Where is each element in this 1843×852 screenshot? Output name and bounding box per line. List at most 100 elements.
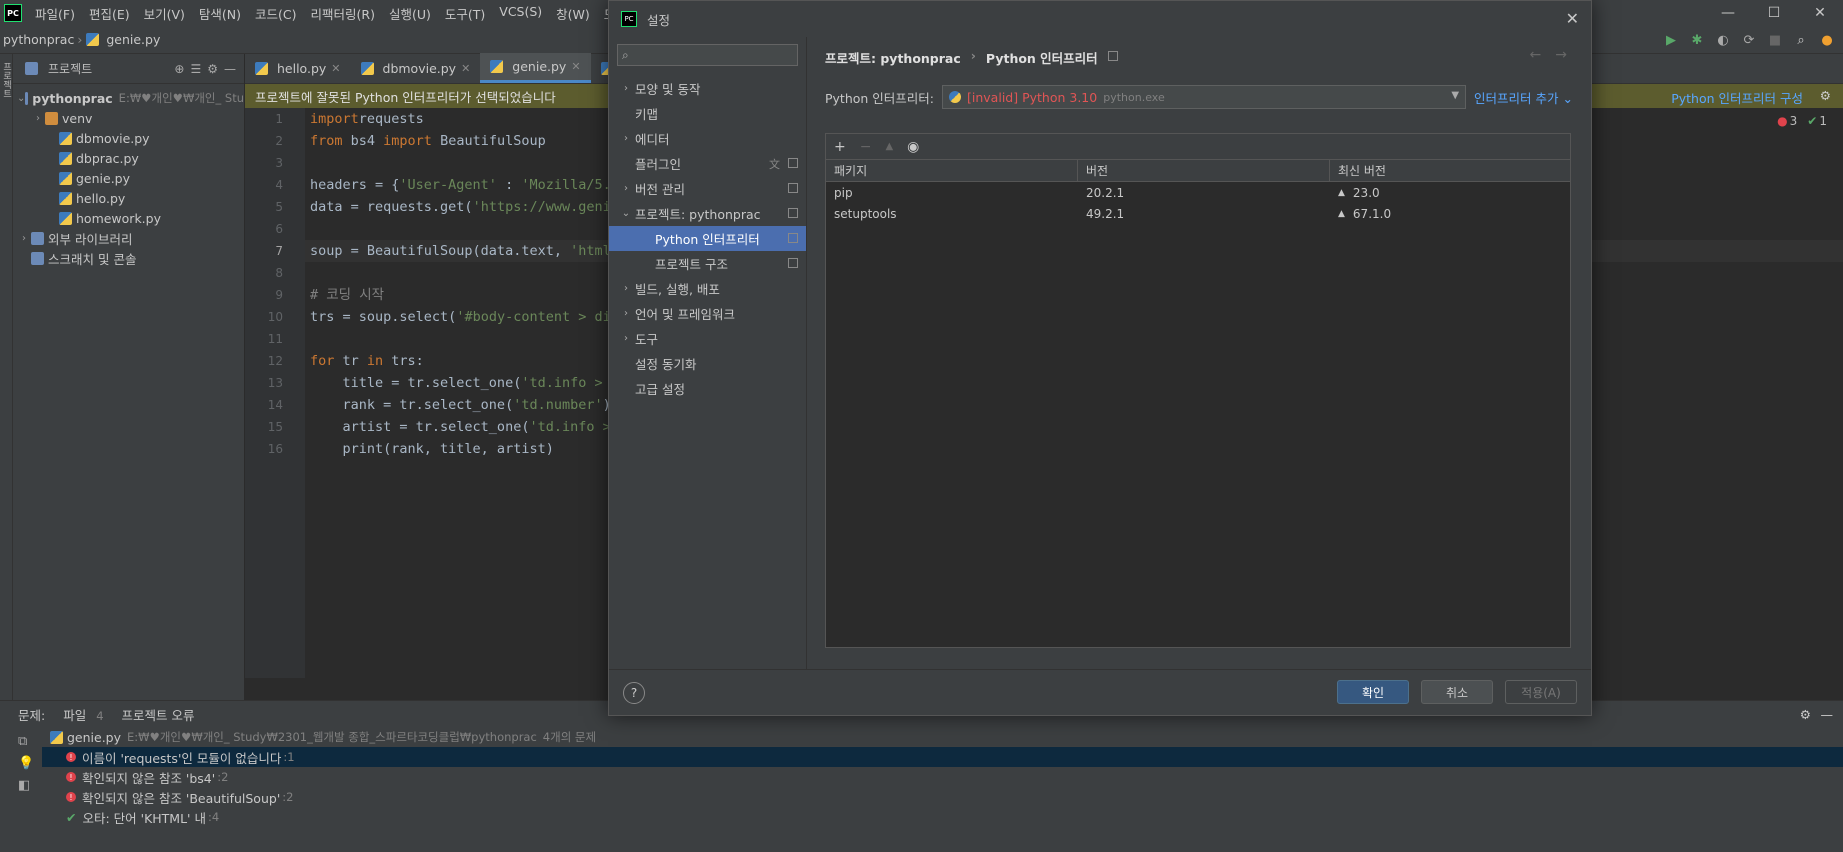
column-header[interactable]: 버전	[1078, 160, 1330, 181]
apply-button[interactable]: 적용(A)	[1505, 680, 1577, 704]
gear-icon[interactable]: ⚙	[1800, 707, 1811, 722]
hide-icon[interactable]: —	[224, 62, 244, 76]
back-arrow-icon[interactable]: ←	[1530, 47, 1542, 63]
remove-package-icon[interactable]: −	[860, 139, 872, 155]
stop-icon[interactable]: ■	[1765, 30, 1785, 50]
settings-nav-item[interactable]: › 버전 관리	[609, 176, 806, 201]
close-tab-icon[interactable]: ✕	[461, 62, 470, 75]
problem-item[interactable]: ! 확인되지 않은 참조 'bs4':2	[42, 767, 1843, 787]
problem-item[interactable]: ! 이름이 'requests'인 모듈이 없습니다:1	[42, 747, 1843, 767]
menu-item[interactable]: 창(W)	[549, 4, 597, 23]
menu-item[interactable]: 파일(F)	[28, 4, 82, 23]
help-button[interactable]: ?	[623, 682, 645, 704]
forward-arrow-icon[interactable]: →	[1555, 47, 1567, 63]
close-icon[interactable]: ✕	[1566, 9, 1579, 28]
gear-icon[interactable]: ⚙	[1820, 88, 1831, 103]
breadcrumb-project[interactable]: 프로젝트: pythonprac	[825, 48, 961, 67]
expand-arrow-icon[interactable]: ⌄	[617, 208, 635, 219]
project-tool-window-label[interactable]: 프로젝트	[0, 62, 13, 98]
breadcrumb-file[interactable]: genie.py	[103, 32, 163, 47]
expand-arrow-icon[interactable]: ⌄	[17, 93, 25, 104]
settings-nav-item[interactable]: › 도구	[609, 326, 806, 351]
project-panel-title[interactable]: 프로젝트	[48, 60, 92, 77]
settings-nav-item[interactable]: 프로젝트 구조	[609, 251, 806, 276]
expand-arrow-icon[interactable]: ›	[617, 283, 635, 294]
add-package-icon[interactable]: +	[834, 139, 846, 155]
tree-item[interactable]: homework.py	[13, 208, 244, 228]
problem-item[interactable]: ✔ 오타: 단어 'KHTML' 내:4	[42, 807, 1843, 827]
settings-nav-item[interactable]: › 에디터	[609, 126, 806, 151]
locate-icon[interactable]: ⊕	[174, 62, 184, 76]
gear-icon[interactable]: ⚙	[207, 62, 218, 76]
tree-item[interactable]: ⌄ pythonprac E:₩♥개인♥₩개인_ Stu	[13, 88, 244, 108]
run-icon[interactable]: ▶	[1661, 30, 1681, 50]
tree-item[interactable]: 스크래치 및 콘솔	[13, 248, 244, 268]
close-tab-icon[interactable]: ✕	[331, 62, 340, 75]
settings-nav-item[interactable]: 고급 설정	[609, 376, 806, 401]
settings-nav-item[interactable]: 설정 동기화	[609, 351, 806, 376]
tree-item[interactable]: dbprac.py	[13, 148, 244, 168]
expand-arrow-icon[interactable]: ›	[617, 333, 635, 344]
editor-tab[interactable]: hello.py ✕	[245, 53, 351, 83]
breadcrumb-project[interactable]: pythonprac	[0, 32, 77, 47]
close-icon[interactable]: ✕	[1797, 0, 1843, 26]
expand-arrow-icon[interactable]: ›	[617, 183, 635, 194]
tree-item[interactable]: hello.py	[13, 188, 244, 208]
menu-item[interactable]: 코드(C)	[248, 4, 303, 23]
menu-item[interactable]: 보기(V)	[137, 4, 192, 23]
menu-item[interactable]: 리팩터링(R)	[304, 4, 382, 23]
problem-file-row[interactable]: genie.py E:₩♥개인♥₩개인_ Study₩2301_웹개발 종합_스…	[42, 727, 1843, 747]
maximize-icon[interactable]: ☐	[1751, 0, 1797, 26]
settings-nav-item[interactable]: Python 인터프리터	[609, 226, 806, 251]
close-tab-icon[interactable]: ✕	[571, 60, 580, 73]
settings-nav-item[interactable]: ⌄ 프로젝트: pythonprac	[609, 201, 806, 226]
tree-item[interactable]: dbmovie.py	[13, 128, 244, 148]
settings-nav-item[interactable]: › 빌드, 실행, 배포	[609, 276, 806, 301]
column-header[interactable]: 패키지	[826, 160, 1078, 181]
bulb-icon[interactable]: 💡	[18, 753, 34, 775]
eye-icon[interactable]: ◉	[907, 139, 919, 155]
expand-arrow-icon[interactable]: ›	[617, 83, 635, 94]
problem-item[interactable]: ! 확인되지 않은 참조 'BeautifulSoup':2	[42, 787, 1843, 807]
search-icon[interactable]: ⌕	[1791, 30, 1811, 50]
expand-arrow-icon[interactable]: ›	[17, 233, 31, 244]
column-header[interactable]: 최신 버전	[1330, 160, 1570, 181]
add-interpreter-link[interactable]: 인터프리터 추가 ⌄	[1474, 88, 1573, 107]
group-icon[interactable]: ⧉	[18, 731, 34, 753]
debug-icon[interactable]: ✱	[1687, 30, 1707, 50]
preview-icon[interactable]: ◧	[18, 775, 34, 797]
menu-item[interactable]: 실행(U)	[382, 4, 438, 23]
tree-item[interactable]: › 외부 라이브러리	[13, 228, 244, 248]
expand-arrow-icon[interactable]: ›	[31, 113, 45, 124]
hide-icon[interactable]: —	[1821, 707, 1834, 722]
tree-item[interactable]: › venv	[13, 108, 244, 128]
settings-search-input[interactable]	[628, 48, 769, 62]
minimize-icon[interactable]: —	[1705, 0, 1751, 26]
menu-item[interactable]: 도구(T)	[438, 4, 492, 23]
interpreter-select[interactable]: [invalid] Python 3.10 python.exe ▼	[942, 85, 1467, 109]
update-icon[interactable]: ●	[1817, 30, 1837, 50]
settings-nav-item[interactable]: 플러그인 文	[609, 151, 806, 176]
tab-project-errors[interactable]: 프로젝트 오류	[122, 705, 195, 724]
menu-item[interactable]: 편집(E)	[82, 4, 137, 23]
settings-nav-item[interactable]: › 언어 및 프레임워크	[609, 301, 806, 326]
cancel-button[interactable]: 취소	[1421, 680, 1493, 704]
ok-button[interactable]: 확인	[1337, 680, 1409, 704]
tab-file-problems[interactable]: 파일 4	[63, 705, 103, 724]
settings-nav-item[interactable]: 키맵	[609, 101, 806, 126]
package-row[interactable]: pip 20.2.1 ▲ 23.0	[826, 182, 1570, 203]
collapse-icon[interactable]: ☰	[190, 62, 201, 76]
coverage-icon[interactable]: ◐	[1713, 30, 1733, 50]
editor-tab[interactable]: dbmovie.py ✕	[351, 53, 481, 83]
expand-arrow-icon[interactable]: ›	[617, 133, 635, 144]
settings-search[interactable]: ⌕	[617, 44, 798, 66]
settings-nav-item[interactable]: › 모양 및 동작	[609, 76, 806, 101]
profile-icon[interactable]: ⟳	[1739, 30, 1759, 50]
inspection-summary[interactable]: ● 3 ✔ 1	[1777, 114, 1827, 128]
menu-item[interactable]: 탐색(N)	[192, 4, 248, 23]
menu-item[interactable]: VCS(S)	[492, 4, 549, 23]
editor-tab[interactable]: genie.py ✕	[480, 53, 591, 83]
configure-interpreter-link[interactable]: Python 인터프리터 구성	[1671, 88, 1803, 107]
expand-arrow-icon[interactable]: ›	[617, 308, 635, 319]
upgrade-package-icon[interactable]: ▲	[885, 141, 893, 152]
